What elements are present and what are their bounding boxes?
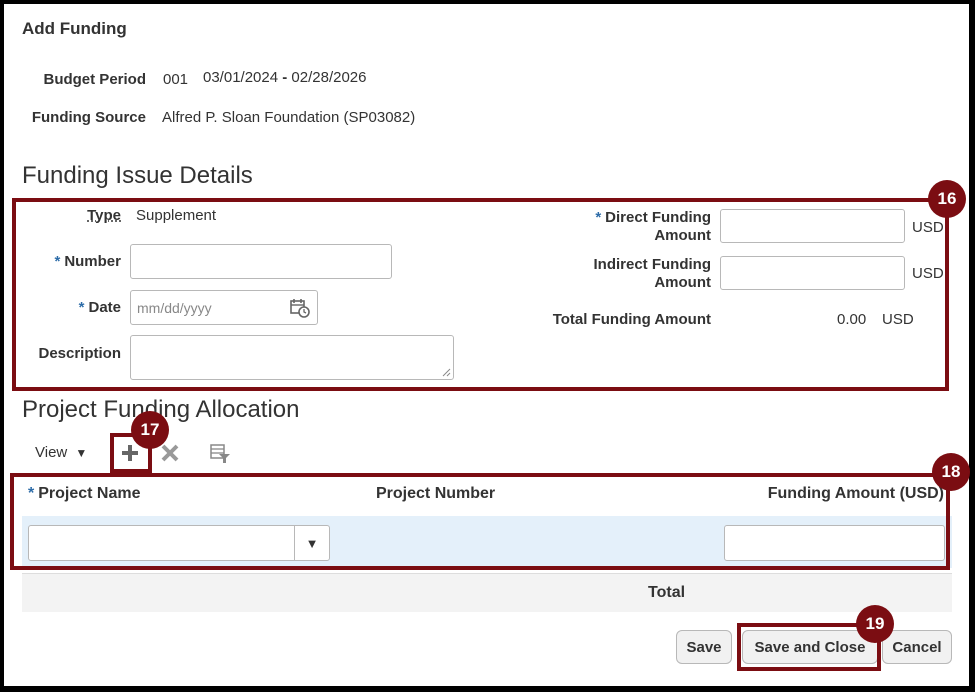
dialog: Add Funding Budget Period 001 03/01/2024… bbox=[4, 4, 970, 686]
funding-source-label: Funding Source bbox=[31, 109, 146, 126]
callout-17-badge: 17 bbox=[131, 411, 169, 449]
budget-period-start: 03/01/2024 bbox=[203, 69, 279, 86]
callout-19-badge: 19 bbox=[856, 605, 894, 643]
callout-18-badge: 18 bbox=[932, 453, 970, 491]
delete-row-icon[interactable] bbox=[160, 443, 180, 463]
page-title: Add Funding bbox=[22, 19, 127, 38]
callout-16-box bbox=[12, 198, 949, 391]
cancel-button[interactable]: Cancel bbox=[882, 630, 952, 664]
caret-down-icon: ▼ bbox=[75, 446, 88, 460]
callout-18-box bbox=[10, 473, 950, 570]
budget-period-separator: - bbox=[278, 69, 292, 86]
callout-16-badge: 16 bbox=[928, 180, 966, 218]
budget-period-range: 03/01/2024 - 02/28/2026 bbox=[203, 69, 367, 86]
view-menu-label: View bbox=[35, 444, 68, 461]
filter-columns-icon[interactable] bbox=[209, 442, 231, 464]
table-total-row: Total bbox=[22, 573, 952, 612]
funding-source-value: Alfred P. Sloan Foundation (SP03082) bbox=[162, 109, 416, 126]
budget-period-end: 02/28/2026 bbox=[291, 69, 367, 86]
budget-period-label: Budget Period bbox=[43, 71, 146, 88]
view-menu[interactable]: View ▼ bbox=[35, 444, 87, 461]
budget-period-number: 001 bbox=[163, 71, 189, 88]
save-button[interactable]: Save bbox=[676, 630, 732, 664]
funding-issue-details-heading: Funding Issue Details bbox=[22, 162, 253, 189]
table-total-label: Total bbox=[648, 584, 686, 601]
